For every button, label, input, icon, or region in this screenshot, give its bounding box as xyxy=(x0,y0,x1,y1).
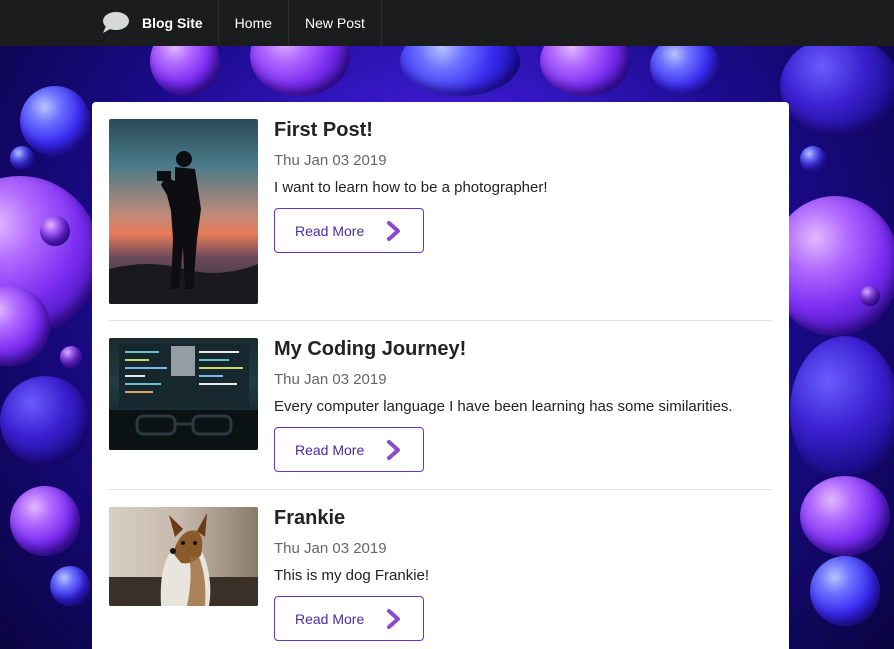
read-more-label: Read More xyxy=(295,222,365,239)
post-item: Frankie Thu Jan 03 2019 This is my dog F… xyxy=(109,490,772,649)
read-more-button[interactable]: Read More xyxy=(274,596,424,641)
post-title[interactable]: Frankie xyxy=(274,507,429,530)
post-date: Thu Jan 03 2019 xyxy=(274,152,387,169)
brand-label: Blog Site xyxy=(142,15,203,31)
post-image-photographer xyxy=(109,119,258,304)
post-item: My Coding Journey! Thu Jan 03 2019 Every… xyxy=(109,321,772,490)
post-description: This is my dog Frankie! xyxy=(274,567,430,584)
post-date: Thu Jan 03 2019 xyxy=(274,371,387,388)
top-navbar: Blog Site Home New Post xyxy=(0,0,894,46)
post-image-dog xyxy=(109,507,258,606)
nav-item-label: Home xyxy=(234,15,273,31)
speech-bubble-icon xyxy=(103,12,129,33)
read-more-button[interactable]: Read More xyxy=(274,427,424,472)
post-description: Every computer language I have been lear… xyxy=(274,398,733,415)
chevron-right-icon xyxy=(387,220,400,241)
post-content: First Post! Thu Jan 03 2019 I want to le… xyxy=(274,119,548,304)
post-description: I want to learn how to be a photographer… xyxy=(274,179,548,196)
nav-item-new-post[interactable]: New Post xyxy=(289,0,382,46)
post-title[interactable]: My Coding Journey! xyxy=(274,338,733,361)
post-content: Frankie Thu Jan 03 2019 This is my dog F… xyxy=(274,507,429,641)
nav-item-label: New Post xyxy=(305,15,365,31)
read-more-button[interactable]: Read More xyxy=(274,208,424,253)
posts-list: First Post! Thu Jan 03 2019 I want to le… xyxy=(92,102,789,649)
read-more-label: Read More xyxy=(295,610,365,627)
chevron-right-icon xyxy=(387,439,400,460)
read-more-label: Read More xyxy=(295,441,365,458)
brand-link[interactable]: Blog Site xyxy=(100,0,219,46)
post-item: First Post! Thu Jan 03 2019 I want to le… xyxy=(109,102,772,321)
post-content: My Coding Journey! Thu Jan 03 2019 Every… xyxy=(274,338,733,472)
post-title[interactable]: First Post! xyxy=(274,119,548,142)
nav-item-home[interactable]: Home xyxy=(219,0,290,46)
post-date: Thu Jan 03 2019 xyxy=(274,540,387,557)
post-image-coding xyxy=(109,338,258,450)
chevron-right-icon xyxy=(387,608,400,629)
